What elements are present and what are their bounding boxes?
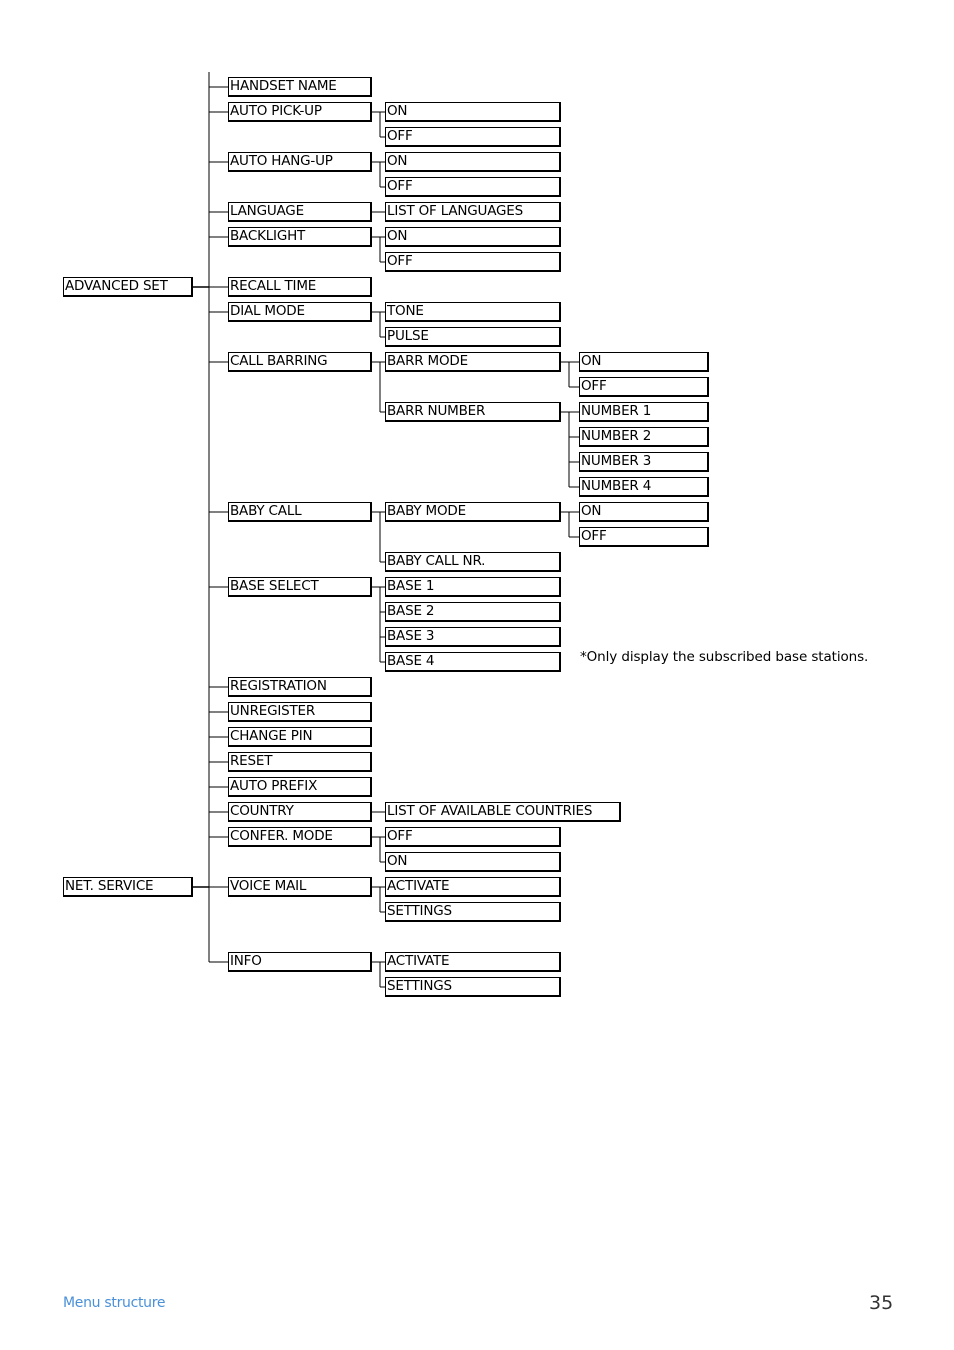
menu-item-off: OFF [579, 527, 709, 547]
menu-item-tone: TONE [385, 302, 561, 322]
menu-item-number-2: NUMBER 2 [579, 427, 709, 447]
menu-item-info: INFO [228, 952, 372, 972]
menu-item-country: COUNTRY [228, 802, 372, 822]
menu-item-baby-call-nr: BABY CALL NR. [385, 552, 561, 572]
menu-item-base-3: BASE 3 [385, 627, 561, 647]
menu-item-number-3: NUMBER 3 [579, 452, 709, 472]
menu-item-barr-number: BARR NUMBER [385, 402, 561, 422]
menu-item-on: ON [579, 502, 709, 522]
menu-item-number-1: NUMBER 1 [579, 402, 709, 422]
menu-item-list-of-languages: LIST OF LANGUAGES [385, 202, 561, 222]
menu-item-dial-mode: DIAL MODE [228, 302, 372, 322]
menu-item-activate: ACTIVATE [385, 877, 561, 897]
page-number: 35 [869, 1292, 894, 1314]
menu-item-baby-mode: BABY MODE [385, 502, 561, 522]
menu-item-pulse: PULSE [385, 327, 561, 347]
menu-item-language: LANGUAGE [228, 202, 372, 222]
menu-item-net-service: NET. SERVICE [63, 877, 193, 897]
menu-item-base-4: BASE 4 [385, 652, 561, 672]
menu-item-auto-hang-up: AUTO HANG-UP [228, 152, 372, 172]
menu-item-backlight: BACKLIGHT [228, 227, 372, 247]
menu-item-auto-pick-up: AUTO PICK-UP [228, 102, 372, 122]
menu-item-off: OFF [579, 377, 709, 397]
base-stations-note: *Only display the subscribed base statio… [580, 649, 869, 665]
menu-item-base-select: BASE SELECT [228, 577, 372, 597]
menu-item-off: OFF [385, 177, 561, 197]
menu-item-change-pin: CHANGE PIN [228, 727, 372, 747]
menu-item-off: OFF [385, 252, 561, 272]
menu-item-activate: ACTIVATE [385, 952, 561, 972]
menu-item-handset-name: HANDSET NAME [228, 77, 372, 97]
menu-item-on: ON [579, 352, 709, 372]
menu-item-base-1: BASE 1 [385, 577, 561, 597]
menu-structure-diagram: ADVANCED SET HANDSET NAME AUTO PICK-UP ON OF… [0, 0, 954, 1350]
menu-item-on: ON [385, 227, 561, 247]
menu-item-registration: REGISTRATION [228, 677, 372, 697]
menu-item-advanced-set: ADVANCED SET [63, 277, 193, 297]
menu-item-confer-mode: CONFER. MODE [228, 827, 372, 847]
menu-item-off: OFF [385, 827, 561, 847]
menu-item-on: ON [385, 152, 561, 172]
menu-item-settings: SETTINGS [385, 977, 561, 997]
menu-item-on: ON [385, 852, 561, 872]
menu-item-base-2: BASE 2 [385, 602, 561, 622]
footer-section-title: Menu structure [63, 1295, 166, 1311]
menu-item-off: OFF [385, 127, 561, 147]
menu-item-baby-call: BABY CALL [228, 502, 372, 522]
menu-item-settings: SETTINGS [385, 902, 561, 922]
menu-item-on: ON [385, 102, 561, 122]
menu-item-number-4: NUMBER 4 [579, 477, 709, 497]
menu-item-call-barring: CALL BARRING [228, 352, 372, 372]
menu-item-recall-time: RECALL TIME [228, 277, 372, 297]
menu-item-unregister: UNREGISTER [228, 702, 372, 722]
menu-item-barr-mode: BARR MODE [385, 352, 561, 372]
menu-item-auto-prefix: AUTO PREFIX [228, 777, 372, 797]
menu-item-reset: RESET [228, 752, 372, 772]
menu-item-list-of-available-countries: LIST OF AVAILABLE COUNTRIES [385, 802, 621, 822]
menu-item-voice-mail: VOICE MAIL [228, 877, 372, 897]
